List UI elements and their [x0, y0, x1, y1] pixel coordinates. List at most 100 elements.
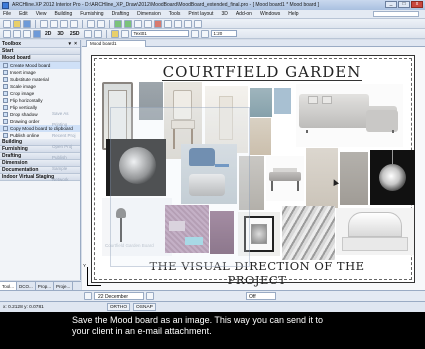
paste-icon[interactable]: [70, 19, 78, 28]
stone-texture-swatch[interactable]: [306, 148, 338, 208]
bench-image[interactable]: [266, 156, 304, 201]
section-mood-board[interactable]: Mood board: [0, 55, 80, 62]
caption-line-1: Save the Mood board as an image. This wa…: [72, 315, 323, 325]
tool-flip-horizontally[interactable]: Flip horizontally: [0, 97, 80, 104]
menu-building[interactable]: Building: [54, 11, 72, 17]
sofa-image[interactable]: [296, 84, 403, 147]
x-axis-indicator: [87, 285, 101, 286]
maximize-button[interactable]: □: [398, 1, 410, 8]
redo-icon[interactable]: [97, 19, 105, 28]
new-file-icon[interactable]: [3, 19, 11, 28]
material-icon[interactable]: [110, 29, 119, 38]
menu-print-layout[interactable]: Print layout: [188, 11, 213, 17]
pan-icon[interactable]: [144, 19, 152, 28]
menu-dimension[interactable]: Dimension: [137, 11, 161, 17]
tab-properties[interactable]: Prop...: [36, 282, 55, 290]
beige-fabric-swatch[interactable]: [250, 118, 271, 155]
grid-icon[interactable]: [184, 19, 192, 28]
menu-tools[interactable]: Tools: [169, 11, 181, 17]
move-icon[interactable]: [13, 29, 21, 38]
properties-icon[interactable]: [174, 19, 182, 28]
ghost-item: Open Proj: [52, 144, 73, 149]
render-icon[interactable]: [154, 19, 162, 28]
menu-drafting[interactable]: Drafting: [112, 11, 130, 17]
blue-fabric-swatch[interactable]: [274, 88, 291, 114]
tool-scale-image[interactable]: Scale image: [0, 83, 80, 90]
tool-label: Drop shadow: [10, 112, 38, 117]
tab-mood-board1[interactable]: Mood board1: [86, 40, 146, 47]
metallic-foil-image[interactable]: [282, 206, 335, 260]
close-button[interactable]: x: [411, 1, 423, 8]
layer-icon[interactable]: [120, 29, 129, 38]
scale-select[interactable]: 1:20: [210, 30, 237, 37]
search-input[interactable]: [373, 11, 419, 17]
tab-toolbox[interactable]: Tool...: [0, 282, 18, 290]
menu-3d[interactable]: 3D: [221, 11, 227, 17]
zoom-window-icon[interactable]: [134, 19, 142, 28]
zoom-out-icon[interactable]: [124, 19, 132, 28]
pen-icon[interactable]: [190, 29, 199, 38]
view-2sd-button[interactable]: 2SD: [68, 31, 82, 37]
menu-view[interactable]: View: [36, 11, 47, 17]
image-icon: [3, 70, 8, 75]
select-arrow-icon[interactable]: [3, 29, 11, 38]
ortho-toggle[interactable]: ORTHO: [106, 303, 131, 311]
zoom-in-icon[interactable]: [114, 19, 122, 28]
taupe-texture-swatch[interactable]: [340, 152, 368, 205]
close-icon[interactable]: ×: [74, 40, 77, 48]
sun-icon[interactable]: [146, 292, 154, 300]
line-type-icon[interactable]: [200, 29, 209, 38]
section-icon[interactable]: [93, 29, 102, 38]
application-window: ARCHline.XP 2012 Interior Pro - D:\ARCHl…: [0, 0, 425, 312]
menu-windows[interactable]: Windows: [260, 11, 280, 17]
osnap-toggle[interactable]: OSNAP: [133, 303, 156, 311]
undo-icon[interactable]: [87, 19, 95, 28]
camera-icon[interactable]: [83, 29, 92, 38]
standard-toolbar: [0, 19, 425, 29]
snap-icon[interactable]: [194, 19, 202, 28]
board-title: COURTFIELD GARDEN: [162, 63, 362, 81]
tool-crop-image[interactable]: Crop image: [0, 90, 80, 97]
view-2d-button[interactable]: 2D: [43, 31, 53, 37]
coordinate-readout: x: 0.2128 y: 0.0781: [3, 304, 44, 310]
toolbox-header: Toolbox ▾ ×: [0, 40, 80, 48]
tab-dco[interactable]: DCO...: [17, 282, 36, 290]
date-field[interactable]: 22 December: [94, 292, 144, 300]
copy-icon[interactable]: [60, 19, 68, 28]
rotate-icon[interactable]: [23, 29, 31, 38]
tool-create-mood-board[interactable]: Create Mood board: [0, 62, 80, 69]
ghost-item: Publish: [52, 155, 67, 160]
open-folder-icon[interactable]: [13, 19, 21, 28]
ghost-item: Network: [52, 177, 69, 182]
teal-fabric-swatch[interactable]: [250, 88, 272, 117]
print-icon[interactable]: [40, 19, 48, 28]
menu-add-on[interactable]: Add-on: [236, 11, 252, 17]
headboard-image[interactable]: [336, 208, 414, 255]
cut-icon[interactable]: [50, 19, 58, 28]
section-start[interactable]: Start: [0, 48, 80, 55]
crystal-pendant-image[interactable]: [370, 150, 415, 205]
tool-label: Flip vertically: [10, 105, 38, 110]
tab-project[interactable]: Proje...: [54, 282, 74, 290]
menu-file[interactable]: File: [3, 11, 11, 17]
pin-icon[interactable]: ▾: [68, 40, 71, 48]
mood-board-icon: [3, 63, 8, 68]
calendar-icon[interactable]: [84, 292, 92, 300]
off-select[interactable]: Off: [246, 292, 276, 300]
view-3d-button[interactable]: 3D: [55, 31, 65, 37]
flip-horizontal-icon: [3, 98, 8, 103]
save-icon[interactable]: [23, 19, 31, 28]
tool-substitute-material[interactable]: Substitute material: [0, 76, 80, 83]
axis-y-label: Y: [83, 263, 87, 268]
drawing-canvas[interactable]: COURTFIELD GARDEN Courtfield Garden Boar…: [82, 47, 425, 290]
menu-help[interactable]: Help: [288, 11, 298, 17]
minimize-button[interactable]: _: [385, 1, 397, 8]
menu-edit[interactable]: Edit: [19, 11, 28, 17]
flip-vertical-icon: [3, 105, 8, 110]
layer-select[interactable]: Text01: [130, 30, 189, 37]
layers-icon[interactable]: [164, 19, 172, 28]
floor-plan-icon[interactable]: [33, 29, 41, 38]
menu-furnishing[interactable]: Furnishing: [80, 11, 103, 17]
floating-start-panel: [110, 107, 250, 267]
tool-insert-image[interactable]: Insert image: [0, 69, 80, 76]
